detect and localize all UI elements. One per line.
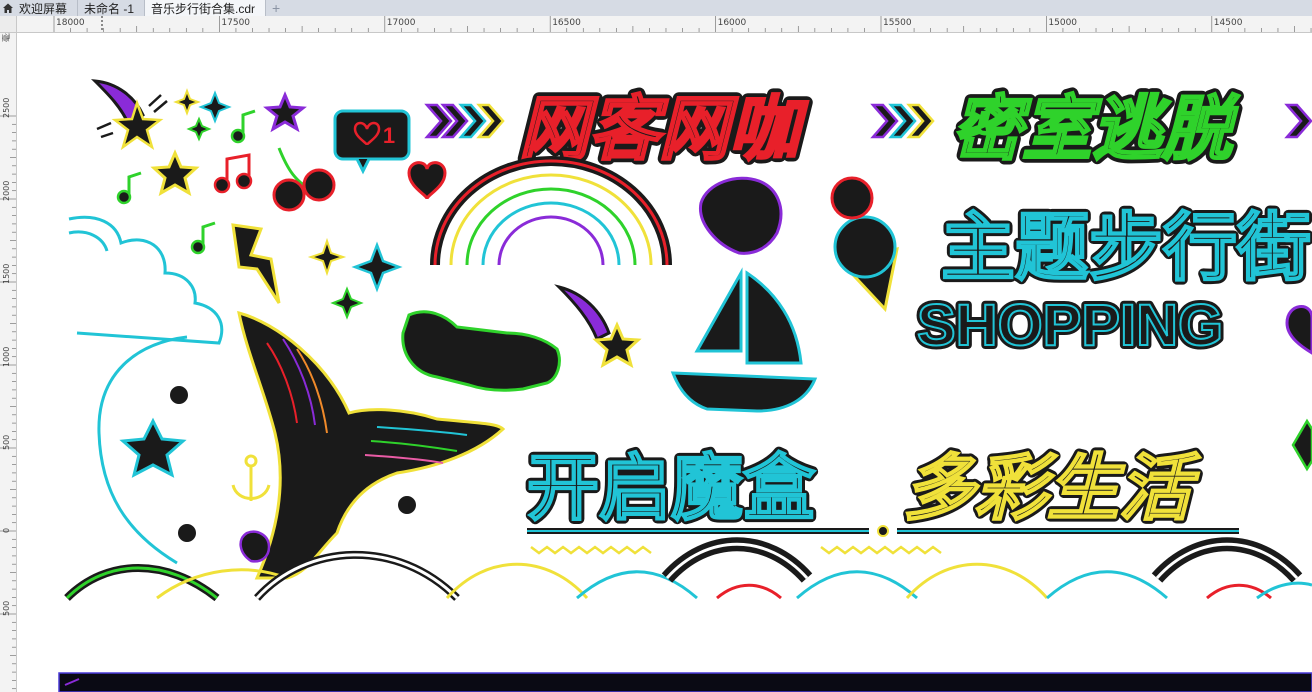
ruler-corner[interactable] bbox=[0, 16, 17, 33]
ruler-label: 16500 bbox=[552, 18, 581, 28]
ruler-label: 1500 bbox=[2, 264, 11, 284]
home-icon bbox=[2, 2, 14, 14]
ruler-label: 17500 bbox=[221, 18, 250, 28]
shell-icon bbox=[239, 530, 271, 563]
bubble-icon bbox=[176, 522, 198, 544]
ruler-label: 1000 bbox=[2, 347, 11, 367]
ruler-label: 17000 bbox=[387, 18, 416, 28]
bubble-icon bbox=[396, 494, 418, 516]
tab-label: 音乐步行街合集.cdr bbox=[151, 1, 256, 16]
tab-untitled-1[interactable]: 未命名 -1 bbox=[78, 0, 146, 16]
vertical-ruler[interactable]: 2500 2000 1500 1000 500 0 500 毫米 bbox=[0, 16, 17, 692]
ruler-label: 2500 bbox=[2, 98, 11, 118]
ruler-label: 500 bbox=[2, 435, 11, 450]
tab-label: 欢迎屏幕 bbox=[19, 1, 68, 16]
ruler-label: 2000 bbox=[2, 181, 11, 201]
tab-music-street-collection[interactable]: 音乐步行街合集.cdr bbox=[145, 0, 267, 16]
title-wangke: 网客网咖 bbox=[519, 90, 809, 168]
slogan-open-box: 开启魔盒 bbox=[527, 449, 816, 529]
tab-welcome-screen[interactable]: 欢迎屏幕 bbox=[0, 0, 79, 16]
tab-label: 未命名 -1 bbox=[84, 1, 135, 16]
bubble-icon bbox=[168, 384, 190, 406]
document-tab-bar: 欢迎屏幕 未命名 -1 音乐步行街合集.cdr + bbox=[0, 0, 1312, 17]
new-tab-button[interactable]: + bbox=[266, 0, 286, 16]
ruler-label: 15000 bbox=[1048, 18, 1077, 28]
title-escape-room: 密室逃脱 bbox=[952, 90, 1240, 168]
ruler-label: 500 bbox=[2, 601, 11, 616]
next-artboard[interactable] bbox=[58, 672, 1312, 692]
horizontal-ruler[interactable]: 18000 17500 17000 16500 16000 15500 15000 14500… bbox=[16, 16, 1312, 33]
slogan-colorful-life: 多彩生活 bbox=[903, 449, 1201, 529]
drawing-canvas[interactable]: .dk{fill:#1a1a1a;} .nt{font-family:"Libe… bbox=[17, 33, 1312, 692]
ruler-label: 16000 bbox=[718, 18, 747, 28]
plus-icon: + bbox=[271, 0, 281, 16]
ruler-label: 18000 bbox=[56, 18, 85, 28]
ruler-label: 0 bbox=[2, 528, 11, 533]
subtitle-en: SHOPPING bbox=[917, 293, 1223, 358]
subtitle-zh: 主题步行街 bbox=[941, 206, 1311, 289]
ruler-label: 14500 bbox=[1214, 18, 1243, 28]
ruler-label: 15500 bbox=[883, 18, 912, 28]
neon-artwork[interactable]: .dk{fill:#1a1a1a;} .nt{font-family:"Libe… bbox=[17, 33, 1312, 692]
like-count: 1 bbox=[383, 123, 395, 148]
